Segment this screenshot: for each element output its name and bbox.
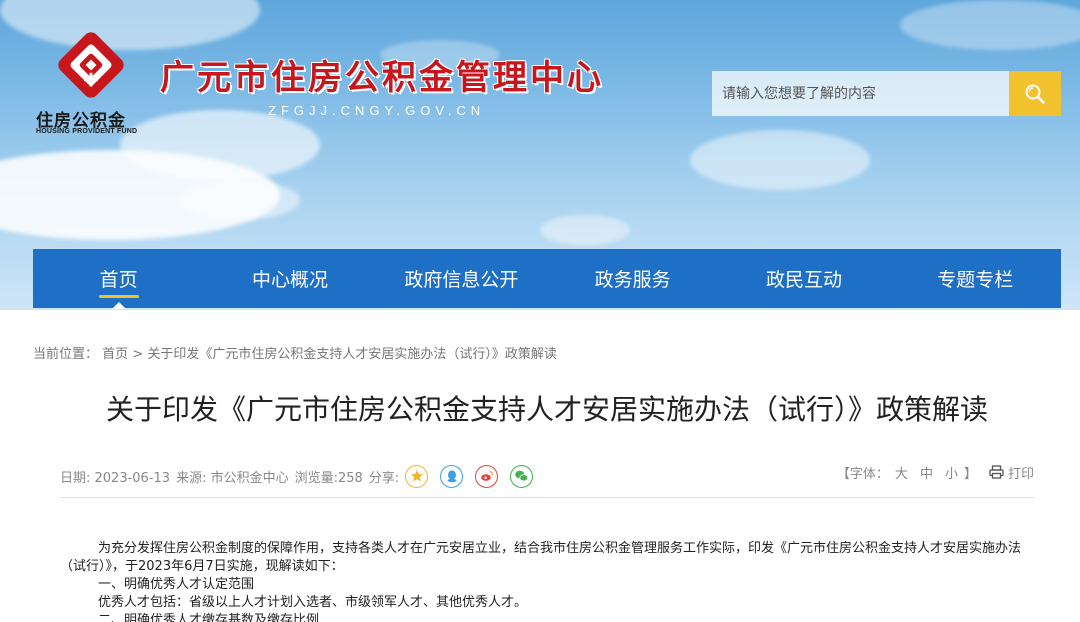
wechat-icon bbox=[515, 470, 529, 482]
font-size-medium-button[interactable]: 中 bbox=[920, 463, 933, 482]
breadcrumb: 当前位置： 首页 > 关于印发《广元市住房公积金支持人才安居实施办法（试行）》政… bbox=[33, 343, 557, 362]
font-size-label: 【字体： bbox=[836, 466, 889, 482]
article-title: 关于印发《广元市住房公积金支持人才安居实施办法（试行）》政策解读 bbox=[105, 393, 988, 426]
nav-item-topics[interactable]: 专题专栏 bbox=[890, 249, 1061, 308]
article-paragraph: 优秀人才包括：省级以上人才计划入选者、市级领军人才、其他优秀人才。 bbox=[98, 595, 528, 610]
article-paragraph: 一、明确优秀人才认定范围 bbox=[98, 577, 255, 592]
star-icon bbox=[410, 470, 423, 482]
nav-item-label: 政府信息公开 bbox=[404, 269, 519, 291]
article-source: 来源: 市公积金中心 bbox=[176, 470, 289, 486]
nav-item-label: 政民互动 bbox=[765, 269, 842, 291]
nav-item-label: 专题专栏 bbox=[937, 269, 1014, 291]
article-body: 为充分发挥住房公积金制度的保障作用，支持各类人才在广元安居立业，结合我市住房公积… bbox=[60, 540, 1035, 622]
cloud-decoration bbox=[180, 180, 300, 220]
active-indicator bbox=[98, 295, 139, 298]
breadcrumb-home-link[interactable]: 首页 bbox=[102, 347, 128, 362]
view-count: 浏览量:258 bbox=[294, 470, 363, 486]
nav-item-label: 政务服务 bbox=[594, 269, 671, 291]
article-paragraph: 二、明确优秀人才缴存基数及缴存比例 bbox=[98, 613, 320, 622]
site-domain: ZFGJJ.CNGY.GOV.CN bbox=[268, 103, 486, 118]
printer-icon[interactable] bbox=[989, 465, 1004, 479]
font-size-large-button[interactable]: 大 bbox=[895, 463, 908, 482]
cloud-decoration bbox=[900, 0, 1080, 50]
housing-fund-logo-icon bbox=[58, 32, 124, 98]
share-qzone-button[interactable] bbox=[405, 464, 429, 488]
qq-penguin-icon bbox=[447, 470, 457, 483]
breadcrumb-prefix: 当前位置： bbox=[33, 347, 99, 362]
print-button[interactable]: 打印 bbox=[1008, 463, 1034, 482]
nav-item-interaction[interactable]: 政民互动 bbox=[718, 249, 889, 308]
search-box bbox=[712, 71, 1061, 116]
breadcrumb-separator: > bbox=[132, 347, 144, 362]
share-label: 分享: bbox=[368, 470, 400, 486]
font-size-close: 】 bbox=[963, 466, 977, 482]
search-button[interactable] bbox=[1009, 71, 1061, 116]
site-logo[interactable]: 住房公积金 HOUSING PROVIDENT FUND bbox=[36, 24, 148, 136]
nav-item-label: 中心概况 bbox=[251, 269, 328, 291]
font-size-small-button[interactable]: 小 bbox=[945, 463, 958, 482]
nav-item-gov-info[interactable]: 政府信息公开 bbox=[376, 249, 547, 308]
article-paragraph: 为充分发挥住房公积金制度的保障作用，支持各类人才在广元安居立业，结合我市住房公积… bbox=[60, 541, 1022, 574]
weibo-icon bbox=[480, 470, 493, 481]
publish-date: 日期: 2023-06-13 bbox=[60, 470, 171, 486]
breadcrumb-current-link[interactable]: 关于印发《广元市住房公积金支持人才安居实施办法（试行）》政策解读 bbox=[147, 347, 557, 362]
nav-item-about[interactable]: 中心概况 bbox=[204, 249, 375, 308]
nav-item-home[interactable]: 首页 bbox=[33, 249, 204, 309]
nav-item-services[interactable]: 政务服务 bbox=[547, 249, 718, 308]
site-title: 广元市住房公积金管理中心 bbox=[160, 58, 604, 98]
article-tools: 【字体： 大 中 小 】 打印 bbox=[837, 462, 1034, 482]
cloud-decoration bbox=[540, 215, 630, 245]
article-meta: 日期: 2023-06-13 来源: 市公积金中心 浏览量:258 分享: bbox=[60, 462, 539, 490]
share-wechat-button[interactable] bbox=[510, 464, 534, 488]
meta-divider bbox=[60, 497, 1035, 498]
search-icon bbox=[1025, 84, 1045, 104]
share-qq-button[interactable] bbox=[440, 464, 464, 488]
cloud-decoration bbox=[690, 130, 870, 190]
share-weibo-button[interactable] bbox=[475, 464, 499, 488]
cloud-decoration bbox=[120, 110, 320, 180]
logo-english-text: HOUSING PROVIDENT FUND bbox=[36, 128, 138, 135]
nav-item-label: 首页 bbox=[99, 269, 138, 291]
search-input[interactable] bbox=[712, 71, 1009, 116]
main-nav: 首页 中心概况 政府信息公开 政务服务 政民互动 专题专栏 bbox=[33, 249, 1061, 309]
